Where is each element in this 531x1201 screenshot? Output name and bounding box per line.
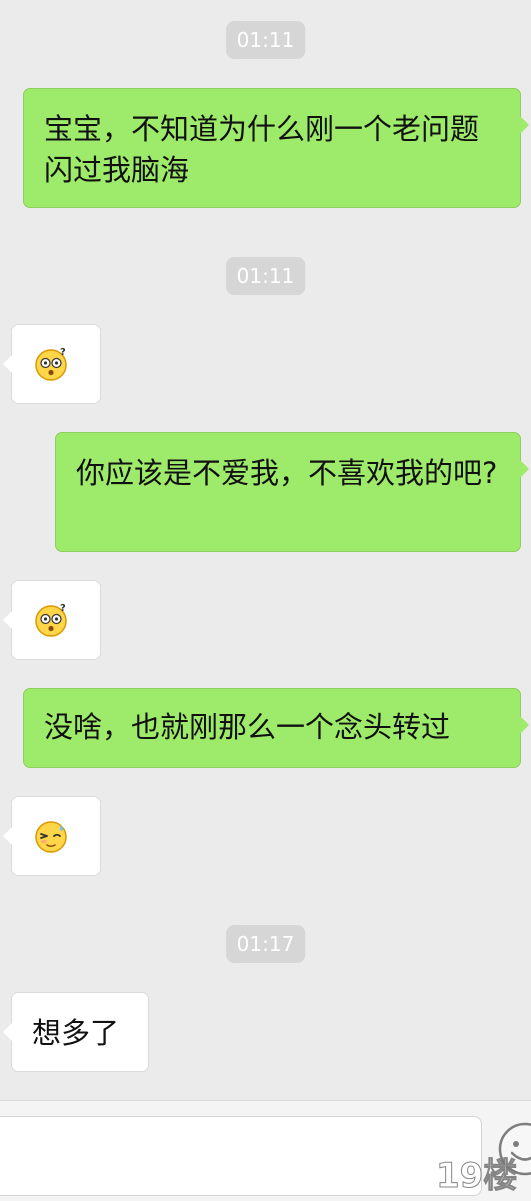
sent-message-bubble[interactable]: 宝宝，不知道为什么刚一个老问题闪过我脑海 (23, 88, 529, 208)
svg-text:?: ? (60, 347, 66, 358)
message-input[interactable] (0, 1116, 482, 1196)
received-message-bubble[interactable]: 想多了 (3, 992, 149, 1072)
message-text: 没啥，也就刚那么一个念头转过 (44, 710, 451, 744)
embarrassed-sweat-emoji-icon (35, 821, 67, 853)
sent-message-bubble[interactable]: 没啥，也就刚那么一个念头转过 (23, 688, 529, 768)
message-text: 宝宝，不知道为什么刚一个老问题闪过我脑海 (44, 112, 480, 187)
received-emoji-bubble[interactable]: ? (3, 580, 101, 660)
watermark-logo-icon: 19楼 (436, 1156, 518, 1197)
received-emoji-bubble[interactable]: ? (3, 324, 101, 404)
svg-text:?: ? (60, 603, 66, 614)
timestamp: 01:17 (225, 925, 306, 963)
dizzy-confused-emoji-icon: ? (35, 603, 67, 637)
dizzy-confused-emoji-icon: ? (35, 347, 67, 381)
watermark-text: 19楼 (436, 1156, 517, 1196)
timestamp: 01:11 (225, 257, 306, 295)
site-watermark: 19楼 (432, 1147, 528, 1197)
message-text: 你应该是不爱我，不喜欢我的吧? (76, 456, 498, 490)
chat-input-bar: 19楼 (0, 1100, 531, 1201)
message-text: 想多了 (32, 1016, 120, 1050)
timestamp: 01:11 (225, 21, 306, 59)
received-emoji-bubble[interactable] (3, 796, 101, 876)
sent-message-bubble[interactable]: 你应该是不爱我，不喜欢我的吧? (55, 432, 529, 552)
